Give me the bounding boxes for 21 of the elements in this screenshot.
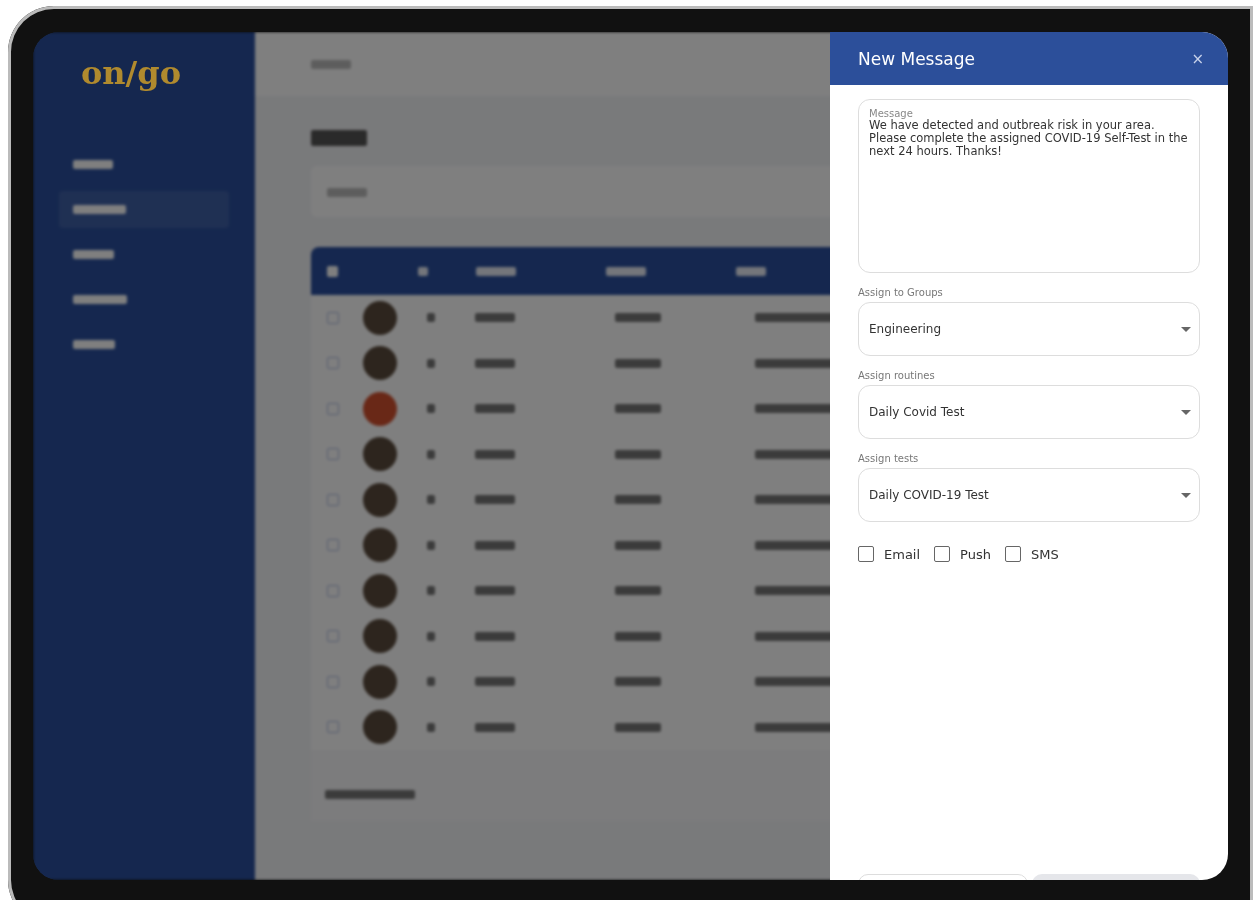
checkbox[interactable] [934,546,951,562]
checkbox[interactable] [1004,546,1021,562]
message-field[interactable]: Message We have detected and outbreak risk in your area. Please complete the assigned COVID-19 Self-Test in the next 24 hours. Thanks! [858,99,1200,273]
checkbox-label: SMS [1030,546,1059,562]
select-field[interactable]: Daily Covid Test [858,385,1200,439]
caret-icon [1181,409,1191,415]
panel-title: New Message [858,48,975,69]
close-button[interactable]: × [1191,49,1204,68]
field-label: Message [869,108,913,119]
field-label: Assign routines [858,370,936,381]
logo: on/go [81,54,181,92]
checkbox-label: Push [960,546,991,562]
checkbox-label: Email [884,546,921,562]
message-text: We have detected and outbreak risk in your area. Please complete the assigned COVID-19 Self-Test in the next 24 hours. Thanks! [869,119,1189,159]
caret-icon [1181,492,1191,498]
select-field[interactable]: Engineering [858,302,1200,356]
caret-icon [1181,326,1191,332]
select-field[interactable]: Daily COVID-19 Test [858,468,1200,522]
field-label: Assign to Groups [858,287,944,298]
checkbox[interactable] [858,546,874,562]
field-label: Assign tests [858,453,920,464]
